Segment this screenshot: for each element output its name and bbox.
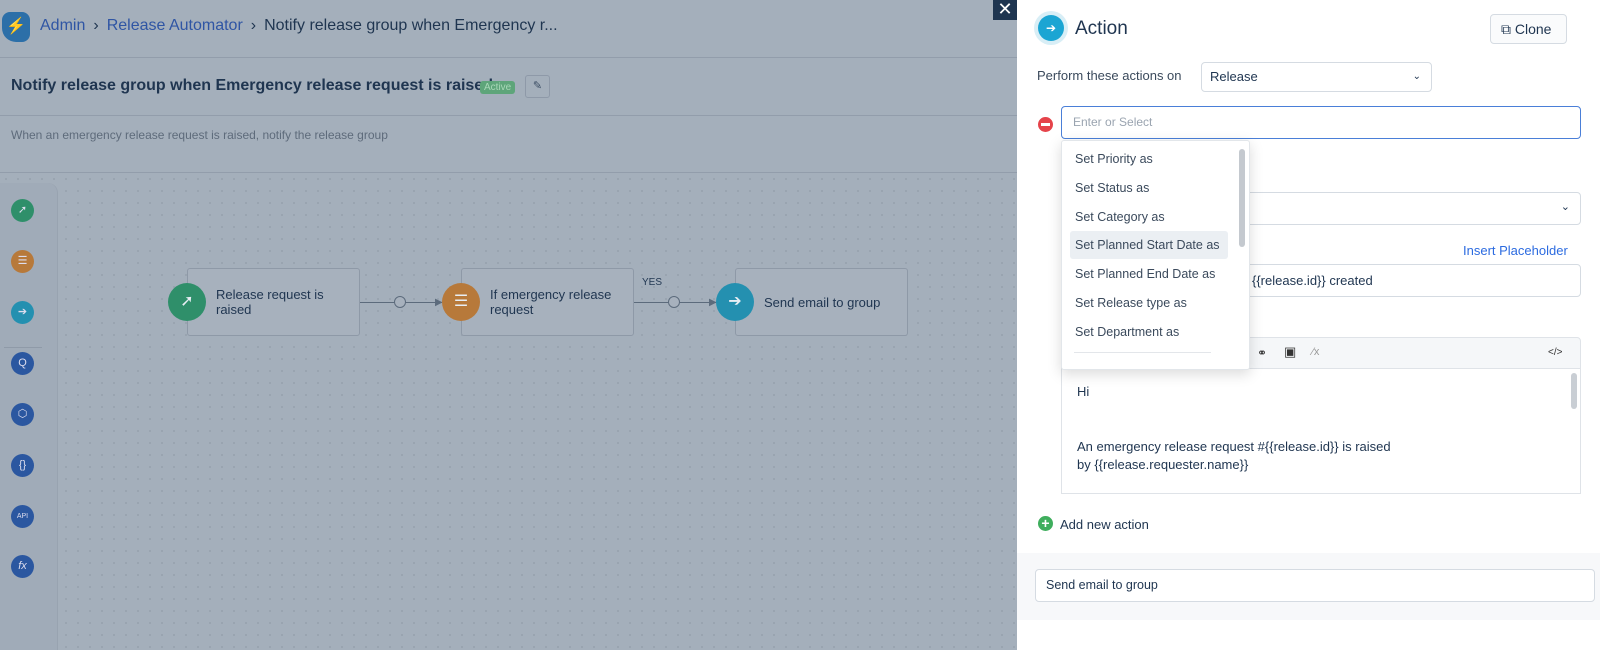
body-line: An emergency release request #{{release.… bbox=[1077, 439, 1391, 454]
edit-title-button[interactable]: ✎ bbox=[525, 75, 550, 98]
panel-title: Action bbox=[1075, 18, 1128, 39]
flow-node-condition[interactable]: If emergency release request bbox=[461, 268, 634, 336]
workflow-editor-overlay: ⚡ Admin › Release Automator › Notify relea… bbox=[0, 0, 1017, 650]
entity-select[interactable]: Release ⌄ bbox=[1201, 62, 1432, 92]
divider bbox=[1074, 352, 1211, 353]
node-label: Release request is raised bbox=[216, 287, 324, 317]
clone-button[interactable]: ⧉ Clone bbox=[1490, 14, 1567, 44]
function-fx-icon[interactable]: fx bbox=[11, 555, 34, 578]
breadcrumb-release-automator[interactable]: Release Automator bbox=[107, 17, 243, 35]
code-view-icon[interactable]: </> bbox=[1548, 347, 1562, 358]
connector-dot[interactable] bbox=[394, 296, 406, 308]
code-braces-icon[interactable]: {} bbox=[11, 454, 34, 477]
condition-sliders-icon: ☰ bbox=[442, 283, 480, 321]
body-line: Hi bbox=[1077, 384, 1090, 399]
copy-icon: ⧉ bbox=[1501, 21, 1511, 37]
breadcrumb-current: Notify release group when Emergency r... bbox=[264, 17, 558, 34]
close-panel-button[interactable]: ✕ bbox=[993, 0, 1017, 20]
clone-label: Clone bbox=[1514, 21, 1552, 37]
flow-node-trigger[interactable]: Release request is raised bbox=[187, 268, 360, 336]
pointer-click-icon[interactable]: ➚ bbox=[11, 199, 34, 222]
option-set-release-type[interactable]: Set Release type as bbox=[1070, 289, 1228, 317]
breadcrumb-admin[interactable]: Admin bbox=[40, 17, 85, 35]
editor-scrollbar[interactable] bbox=[1571, 373, 1577, 409]
option-set-category[interactable]: Set Category as bbox=[1070, 203, 1228, 231]
option-set-priority[interactable]: Set Priority as bbox=[1070, 145, 1228, 173]
email-body-editor[interactable]: Hi An emergency release request #{{relea… bbox=[1061, 369, 1581, 494]
chevron-down-icon: ⌄ bbox=[1560, 201, 1570, 213]
action-type-input[interactable]: Enter or Select bbox=[1061, 106, 1581, 139]
body-line: by {{release.requester.name}} bbox=[1077, 457, 1249, 472]
branch-label: YES bbox=[642, 277, 663, 288]
workflow-canvas[interactable] bbox=[0, 173, 1017, 650]
insert-placeholder-link[interactable]: Insert Placeholder bbox=[1463, 243, 1568, 258]
action-panel: ➔ Action ⧉ Clone Perform these actions o… bbox=[1017, 0, 1600, 650]
add-new-action-button[interactable]: Add new action bbox=[1060, 517, 1149, 532]
image-icon[interactable]: ▣ bbox=[1284, 344, 1296, 360]
chevron-right-icon: › bbox=[250, 17, 257, 34]
action-arrow-icon: ➔ bbox=[716, 283, 754, 321]
toolbox: ➚ ☰ ➔ Q ⬡ {} API fx bbox=[0, 183, 58, 650]
page-title: Notify release group when Emergency rele… bbox=[11, 77, 493, 94]
condition-sliders-icon[interactable]: ☰ bbox=[11, 250, 34, 273]
remove-action-icon[interactable] bbox=[1038, 117, 1053, 132]
flow-node-action[interactable]: Send email to group bbox=[735, 268, 908, 336]
close-icon: ✕ bbox=[997, 0, 1013, 19]
option-set-status[interactable]: Set Status as bbox=[1070, 174, 1228, 202]
action-options-dropdown: Set Priority as Set Status as Set Catego… bbox=[1061, 140, 1250, 370]
action-arrow-icon: ➔ bbox=[1034, 11, 1068, 45]
pointer-click-icon: ➚ bbox=[168, 283, 206, 321]
divider bbox=[4, 347, 42, 348]
node-label: If emergency release request bbox=[490, 287, 612, 317]
entity-select-value: Release bbox=[1210, 69, 1258, 84]
status-badge: Active bbox=[480, 81, 516, 94]
query-icon[interactable]: Q bbox=[11, 352, 34, 375]
option-set-department[interactable]: Set Department as bbox=[1070, 318, 1228, 346]
node-label: Send email to group bbox=[764, 295, 881, 310]
breadcrumb: Admin › Release Automator › Notify release… bbox=[40, 17, 558, 35]
divider bbox=[0, 115, 1017, 116]
box-icon[interactable]: ⬡ bbox=[11, 403, 34, 426]
action-arrow-icon[interactable]: ➔ bbox=[11, 301, 34, 324]
chevron-right-icon: › bbox=[93, 17, 99, 34]
perform-label: Perform these actions on bbox=[1037, 68, 1182, 83]
divider bbox=[0, 57, 1017, 58]
pencil-icon: ✎ bbox=[532, 80, 543, 92]
workflow-description: When an emergency release request is rai… bbox=[11, 128, 388, 142]
clear-format-icon[interactable]: ⁄x bbox=[1312, 346, 1319, 358]
connector-dot[interactable] bbox=[668, 296, 680, 308]
app-logo-icon: ⚡ bbox=[2, 12, 30, 42]
add-icon[interactable]: + bbox=[1038, 516, 1053, 531]
option-set-planned-start-date[interactable]: Set Planned Start Date as bbox=[1070, 231, 1228, 259]
link-icon[interactable]: ⚭ bbox=[1257, 346, 1267, 360]
api-cloud-icon[interactable]: API bbox=[11, 505, 34, 528]
action-name-input[interactable]: Send email to group bbox=[1035, 569, 1595, 602]
option-set-planned-end-date[interactable]: Set Planned End Date as bbox=[1070, 260, 1228, 288]
chevron-down-icon: ⌄ bbox=[1412, 71, 1421, 82]
dropdown-scrollbar[interactable] bbox=[1239, 149, 1245, 247]
